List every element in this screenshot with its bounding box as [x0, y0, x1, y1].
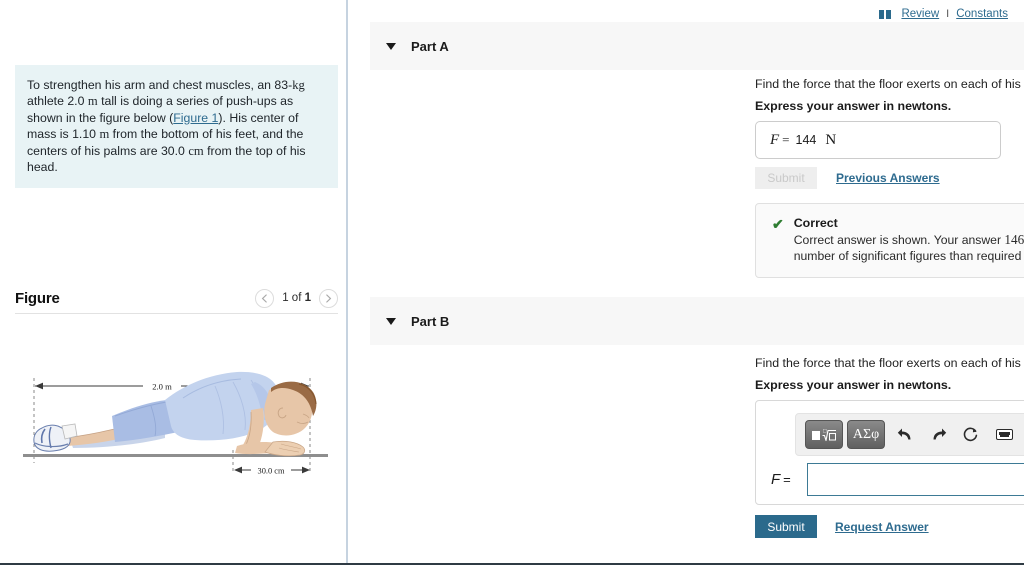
request-answer-link[interactable]: Request Answer: [835, 520, 929, 534]
pushup-illustration: 2.0 m 30.0 cm: [23, 371, 328, 476]
unit-m-height: m: [87, 94, 98, 109]
book-icon: [879, 9, 892, 19]
figure-title: Figure: [15, 289, 60, 307]
page-root: To strengthen his arm and chest muscles,…: [0, 0, 1024, 565]
figure-prev-button[interactable]: [255, 288, 275, 308]
greek-symbols-button[interactable]: ΑΣφ: [847, 420, 885, 449]
caret-down-icon[interactable]: [386, 42, 396, 50]
problem-text-segment-1: To strengthen his arm and chest muscles,…: [27, 78, 293, 92]
unit-cm: cm: [188, 143, 204, 158]
part-a-submit-button: Submit: [755, 167, 817, 189]
constants-link[interactable]: Constants: [956, 8, 1008, 20]
undo-arrow-icon: [897, 428, 910, 440]
assignment-right-panel: Review I Constants Part A ✔ Find the for…: [348, 0, 1024, 565]
feedback-user-value: 146.5 N: [1004, 232, 1024, 247]
figure-page-prefix: 1 of: [282, 292, 305, 304]
math-editor-toolbar: □ ΑΣφ: [795, 413, 1024, 456]
figure-label-palm-distance: 30.0 cm: [258, 467, 285, 476]
redo-arrow-icon: [933, 428, 946, 440]
part-b-title: Part B: [411, 313, 450, 329]
problem-text-segment-2: athlete 2.0: [27, 94, 88, 109]
reset-button[interactable]: [958, 420, 984, 449]
template-math-button[interactable]: □: [805, 420, 843, 449]
part-a-equals-sign: =: [782, 132, 790, 147]
review-link[interactable]: Review: [901, 8, 939, 20]
part-a-answer-value: 144: [795, 133, 817, 147]
part-b-variable-label: F: [771, 471, 781, 488]
figure-page-count: 1 of 1: [282, 292, 311, 304]
redo-button[interactable]: [925, 420, 951, 449]
top-utility-links: Review I Constants: [879, 8, 1008, 20]
svg-text:□: □: [823, 428, 827, 434]
figure-divider: [15, 313, 338, 314]
part-a-question: Find the force that the floor exerts on …: [755, 77, 1024, 91]
reset-circular-arrow-icon: [963, 427, 978, 441]
feedback-body: Correct answer is shown. Your answer 146…: [794, 232, 1024, 264]
keyboard-icon: [995, 429, 1013, 440]
part-b-submit-button[interactable]: Submit: [755, 515, 817, 538]
part-b-equals-sign: =: [783, 472, 791, 487]
part-a-header[interactable]: Part A: [370, 22, 1024, 70]
part-b-question: Find the force that the floor exerts on …: [755, 356, 1024, 370]
part-b-answer-editor: □ ΑΣφ F =: [755, 400, 1024, 505]
part-a-variable-label: F: [770, 131, 780, 148]
link-separator: I: [946, 8, 950, 20]
chevron-left-icon: [261, 293, 268, 303]
feedback-text-wrap: Correct Correct answer is shown. Your an…: [794, 216, 1024, 264]
keyboard-button[interactable]: [991, 420, 1017, 449]
figure-pager: 1 of 1: [255, 288, 338, 308]
unit-kg: kg: [292, 78, 305, 92]
part-a-feedback-correct: ✔ Correct Correct answer is shown. Your …: [755, 203, 1024, 278]
part-a-instruction: Express your answer in newtons.: [755, 99, 952, 113]
problem-left-panel: To strengthen his arm and chest muscles,…: [0, 0, 348, 565]
pushup-figure: 2.0 m 30.0 cm: [15, 330, 338, 520]
feedback-title: Correct: [793, 216, 838, 230]
caret-down-icon[interactable]: [386, 317, 396, 325]
part-b-input-row: F =: [771, 463, 1024, 496]
part-a-answer-display: F = 144 N: [755, 121, 1001, 159]
undo-button[interactable]: [892, 420, 918, 449]
part-b-answer-input[interactable]: [806, 463, 1024, 496]
figure-header: Figure 1 of 1: [15, 283, 338, 313]
figure-label-total-length: 2.0 m: [152, 382, 172, 392]
template-math-icon: □: [812, 428, 836, 441]
unit-m-com: m: [99, 127, 110, 142]
part-a-answer-unit: N: [825, 131, 837, 148]
figure-next-button[interactable]: [319, 288, 338, 308]
figure-1-link[interactable]: Figure 1: [173, 111, 218, 125]
figure-page-total: 1: [304, 292, 311, 304]
feedback-check-icon: ✔: [772, 216, 784, 232]
feedback-body-part1: Correct answer is shown. Your answer: [793, 233, 1005, 247]
chevron-right-icon: [326, 293, 332, 303]
part-b-header[interactable]: Part B: [370, 297, 1024, 345]
problem-statement: To strengthen his arm and chest muscles,…: [15, 65, 338, 189]
part-a-title: Part A: [411, 38, 449, 54]
previous-answers-link[interactable]: Previous Answers: [836, 171, 940, 185]
part-b-instruction: Express your answer in newtons.: [755, 378, 952, 392]
